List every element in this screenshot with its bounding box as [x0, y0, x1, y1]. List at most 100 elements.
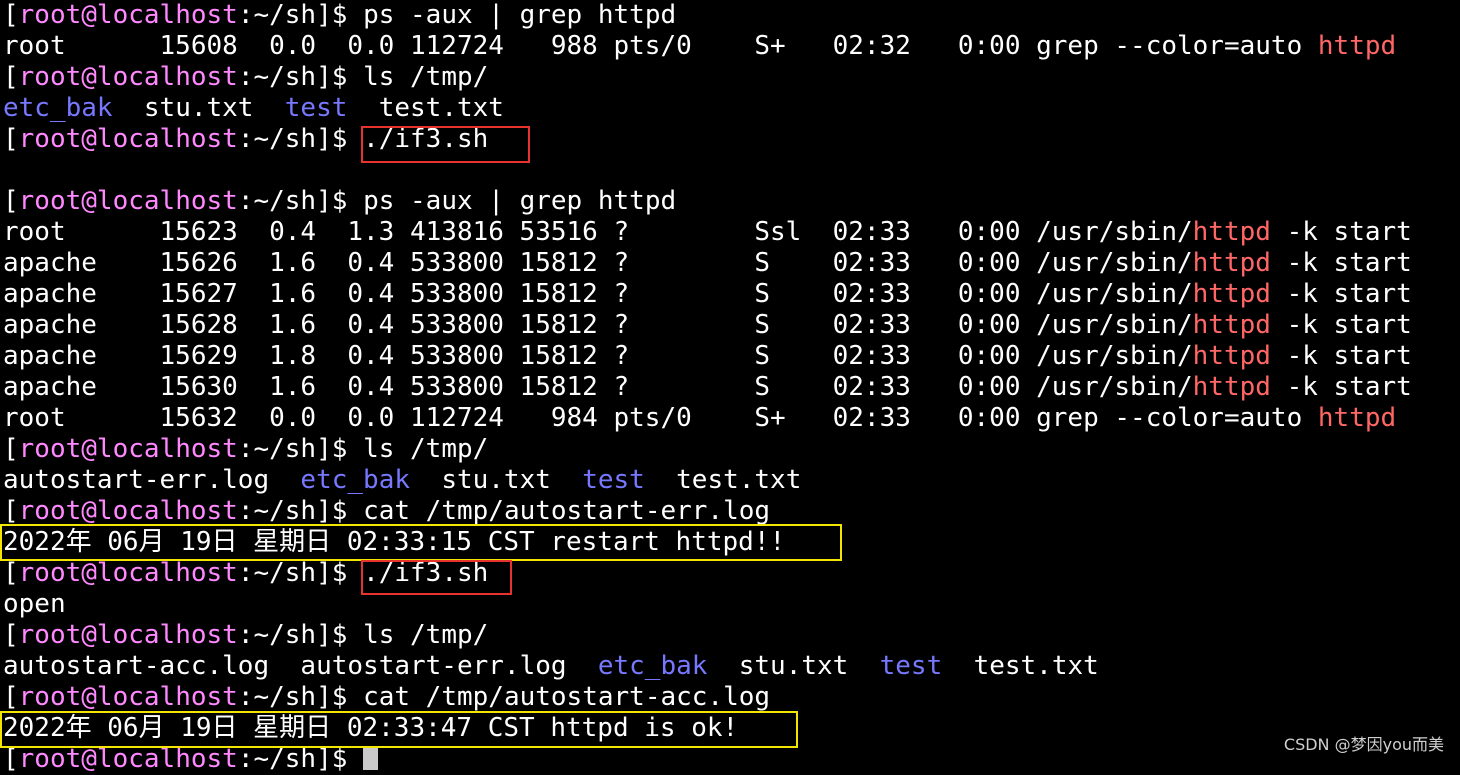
process-row-args: -k start: [1270, 217, 1412, 247]
csdn-watermark: CSDN @梦因you而美: [1283, 735, 1444, 754]
ls-file-entry: autostart-err.log: [300, 651, 567, 681]
terminal-line-proc: apache 15630 1.6 0.4 533800 15812 ? S 02…: [3, 372, 1412, 403]
prompt-suffix: ]$: [316, 682, 364, 712]
highlight-box-acc-log-output: [0, 711, 798, 748]
grep-match: httpd: [1317, 31, 1397, 61]
prompt-user-host: root@localhost: [18, 434, 238, 464]
grep-match: httpd: [1192, 372, 1271, 402]
ls-file-entry: stu.txt: [738, 651, 849, 681]
prompt-bracket-open: [: [3, 0, 19, 30]
prompt-bracket-open: [: [3, 124, 19, 154]
grep-match: httpd: [1192, 217, 1271, 247]
ls-file-entry: autostart-acc.log: [3, 651, 270, 681]
grep-match: httpd: [1192, 279, 1271, 309]
prompt-bracket-open: [: [3, 682, 19, 712]
prompt-user-host: root@localhost: [18, 62, 238, 92]
prompt-path: :~/sh: [237, 682, 317, 712]
process-row-text: apache 15626 1.6 0.4 533800 15812 ? S 02…: [3, 248, 1193, 278]
ls-directory-entry: test: [879, 651, 943, 681]
process-row-args: -k start: [1270, 372, 1412, 402]
prompt-bracket-open: [: [3, 434, 19, 464]
prompt-suffix: ]$: [316, 186, 364, 216]
output-text: open: [3, 589, 66, 619]
terminal-cursor: [363, 746, 379, 770]
ls-separator: [347, 93, 378, 123]
ls-separator: [113, 93, 144, 123]
prompt-suffix: ]$: [316, 124, 364, 154]
ls-separator: [269, 465, 300, 495]
process-row-text: apache 15629 1.8 0.4 533800 15812 ? S 02…: [3, 341, 1193, 371]
ls-separator: [707, 651, 738, 681]
highlight-box-if3-command-2: [361, 560, 512, 595]
terminal-line-prompt: [root@localhost:~/sh]$ ps -aux | grep ht…: [3, 0, 1412, 31]
process-row-text: apache 15627 1.6 0.4 533800 15812 ? S 02…: [3, 279, 1193, 309]
ls-separator: [567, 651, 598, 681]
ls-file-entry: test.txt: [676, 465, 802, 495]
command-text: ps -aux | grep httpd: [363, 0, 677, 30]
terminal-line-prompt: [root@localhost:~/sh]$ ls /tmp/: [3, 620, 1412, 651]
command-text: ls /tmp/: [363, 620, 489, 650]
prompt-suffix: ]$: [316, 558, 364, 588]
prompt-path: :~/sh: [237, 186, 317, 216]
command-text: ls /tmp/: [363, 434, 489, 464]
prompt-bracket-open: [: [3, 496, 19, 526]
prompt-bracket-open: [: [3, 62, 19, 92]
ls-file-entry: test.txt: [378, 93, 504, 123]
grep-match: httpd: [1192, 341, 1271, 371]
terminal-line-text: open: [3, 589, 1412, 620]
ls-separator: [253, 93, 284, 123]
prompt-bracket-open: [: [3, 558, 19, 588]
terminal-line-prompt: [root@localhost:~/sh]$ ls /tmp/: [3, 434, 1412, 465]
prompt-path: :~/sh: [237, 124, 317, 154]
prompt-user-host: root@localhost: [18, 744, 238, 774]
ls-file-entry: stu.txt: [441, 465, 551, 495]
terminal-line-prompt: [root@localhost:~/sh]$ cat /tmp/autostar…: [3, 496, 1412, 527]
ls-file-entry: test.txt: [973, 651, 1099, 681]
prompt-user-host: root@localhost: [18, 620, 238, 650]
prompt-path: :~/sh: [237, 496, 317, 526]
process-row-text: root 15608 0.0 0.0 112724 988 pts/0 S+ 0…: [3, 31, 1318, 61]
process-row-args: -k start: [1270, 248, 1412, 278]
prompt-user-host: root@localhost: [18, 0, 238, 30]
ls-separator: [848, 651, 879, 681]
command-text: cat /tmp/autostart-err.log: [363, 496, 771, 526]
terminal-line-prompt: [root@localhost:~/sh]$ ls /tmp/: [3, 62, 1412, 93]
prompt-user-host: root@localhost: [18, 124, 238, 154]
command-text: ps -aux | grep httpd: [363, 186, 677, 216]
terminal-line-prompt: [root@localhost:~/sh]$ ./if3.sh: [3, 558, 1412, 589]
ls-directory-entry: test: [582, 465, 645, 495]
terminal-line-proc: apache 15627 1.6 0.4 533800 15812 ? S 02…: [3, 279, 1412, 310]
prompt-suffix: ]$: [316, 744, 364, 774]
terminal-line-proc: root 15623 0.4 1.3 413816 53516 ? Ssl 02…: [3, 217, 1412, 248]
grep-match: httpd: [1317, 403, 1397, 433]
ls-file-entry: stu.txt: [143, 93, 254, 123]
terminal-line-ls: autostart-err.log etc_bak stu.txt test t…: [3, 465, 1412, 496]
terminal-line-prompt: [root@localhost:~/sh]$ ./if3.sh: [3, 124, 1412, 155]
ls-directory-entry: etc_bak: [3, 93, 113, 123]
prompt-user-host: root@localhost: [18, 496, 238, 526]
process-row-args: -k start: [1270, 279, 1412, 309]
terminal-line-text: [3, 155, 1412, 186]
process-row-text: root 15623 0.4 1.3 413816 53516 ? Ssl 02…: [3, 217, 1193, 247]
ls-file-entry: autostart-err.log: [3, 465, 270, 495]
ls-separator: [410, 465, 441, 495]
process-row-text: root 15632 0.0 0.0 112724 984 pts/0 S+ 0…: [3, 403, 1318, 433]
highlight-box-if3-command-1: [361, 126, 530, 163]
ls-separator: [269, 651, 300, 681]
terminal-line-prompt: [root@localhost:~/sh]$ ps -aux | grep ht…: [3, 186, 1412, 217]
terminal-line-proc: apache 15629 1.8 0.4 533800 15812 ? S 02…: [3, 341, 1412, 372]
prompt-suffix: ]$: [316, 496, 364, 526]
prompt-bracket-open: [: [3, 620, 19, 650]
terminal-line-prompt: [root@localhost:~/sh]$: [3, 744, 1412, 775]
ls-separator: [645, 465, 676, 495]
prompt-user-host: root@localhost: [18, 558, 238, 588]
terminal-line-proc: apache 15628 1.6 0.4 533800 15812 ? S 02…: [3, 310, 1412, 341]
ls-directory-entry: test: [284, 93, 348, 123]
terminal-line-proc: root 15632 0.0 0.0 112724 984 pts/0 S+ 0…: [3, 403, 1412, 434]
ls-separator: [942, 651, 973, 681]
process-row-args: -k start: [1270, 310, 1412, 340]
terminal-output[interactable]: [root@localhost:~/sh]$ ps -aux | grep ht…: [3, 0, 1412, 775]
prompt-path: :~/sh: [237, 620, 317, 650]
grep-match: httpd: [1192, 310, 1271, 340]
process-row-text: apache 15630 1.6 0.4 533800 15812 ? S 02…: [3, 372, 1193, 402]
